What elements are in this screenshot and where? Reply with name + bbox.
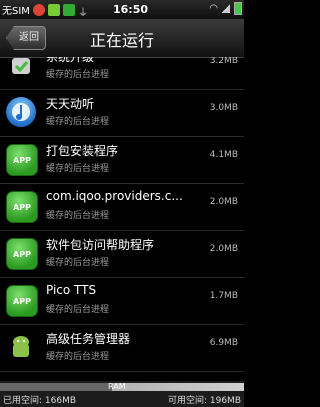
process-status: 缓存的后台进程 <box>46 117 110 127</box>
wifi-icon: ◠ <box>209 3 218 14</box>
process-status: 缓存的后台进程 <box>46 70 110 80</box>
process-name: 天天动听 <box>46 97 95 111</box>
ram-usage-bar: RAM 已用空间: 166MB 可用空间: 196MB <box>0 381 244 407</box>
page-title: 正在运行 <box>90 31 155 50</box>
list-item[interactable]: APP Pico TTS 缓存的后台进程 1.7MB <box>0 278 244 325</box>
process-list[interactable]: 系统升级 缓存的后台进程 3.2MB 天天动听 缓存的后台进程 3.0MB AP… <box>0 57 244 380</box>
ram-used-fill <box>0 383 113 391</box>
list-item[interactable]: APP 软件包访问帮助程序 缓存的后台进程 2.0MB <box>0 231 244 278</box>
sim-status: 无SIM <box>2 6 30 17</box>
usb-icon: ⏚ <box>77 7 88 19</box>
ram-free-text: 可用空间: 196MB <box>167 396 241 406</box>
list-item[interactable]: 高级任务管理器 缓存的后台进程 6.9MB <box>0 325 244 372</box>
process-size: 3.0MB <box>209 103 238 113</box>
process-status: 缓存的后台进程 <box>46 164 110 174</box>
process-name: 打包安装程序 <box>46 144 119 158</box>
back-button[interactable]: 返回 <box>6 26 46 50</box>
music-icon <box>6 97 36 127</box>
process-size: 2.0MB <box>209 244 238 254</box>
ram-label: RAM <box>108 382 126 391</box>
battery-icon <box>234 2 242 15</box>
process-name: 高级任务管理器 <box>46 332 131 346</box>
android-icon <box>6 332 36 362</box>
process-name: Pico TTS <box>46 283 97 297</box>
process-status: 缓存的后台进程 <box>46 352 110 362</box>
process-size: 6.9MB <box>209 338 238 348</box>
process-size: 4.1MB <box>209 150 238 160</box>
process-status: 缓存的后台进程 <box>46 305 110 315</box>
list-item[interactable]: 系统升级 缓存的后台进程 3.2MB <box>0 57 244 90</box>
process-name: 软件包访问帮助程序 <box>46 238 155 252</box>
process-status: 缓存的后台进程 <box>46 258 110 268</box>
app-notification-icon <box>62 3 75 16</box>
ram-track: RAM <box>0 382 244 391</box>
app-icon: APP <box>6 285 38 317</box>
android-icon <box>47 3 60 16</box>
clock: 16:50 <box>113 3 149 16</box>
list-item[interactable]: 天天动听 缓存的后台进程 3.0MB <box>0 90 244 137</box>
status-bar: 无SIM ⏚ 16:50 ◠ <box>0 0 244 19</box>
app-icon: APP <box>6 191 38 223</box>
process-name: 系统升级 <box>46 57 95 64</box>
android-icon <box>6 57 36 80</box>
process-size: 2.0MB <box>209 197 238 207</box>
process-size: 3.2MB <box>209 57 238 66</box>
app-icon: APP <box>6 238 38 270</box>
list-item[interactable]: APP 打包安装程序 缓存的后台进程 4.1MB <box>0 137 244 184</box>
process-name: com.iqoo.providers.c... <box>46 189 183 203</box>
title-bar: 返回 正在运行 <box>0 19 244 58</box>
signal-icon <box>222 4 230 13</box>
process-size: 1.7MB <box>209 291 238 301</box>
list-item[interactable]: APP com.iqoo.providers.c... 缓存的后台进程 2.0M… <box>0 184 244 231</box>
app-icon: APP <box>6 144 38 176</box>
ram-used-text: 已用空间: 166MB <box>3 396 77 406</box>
weibo-icon <box>32 3 45 16</box>
process-status: 缓存的后台进程 <box>46 211 110 221</box>
